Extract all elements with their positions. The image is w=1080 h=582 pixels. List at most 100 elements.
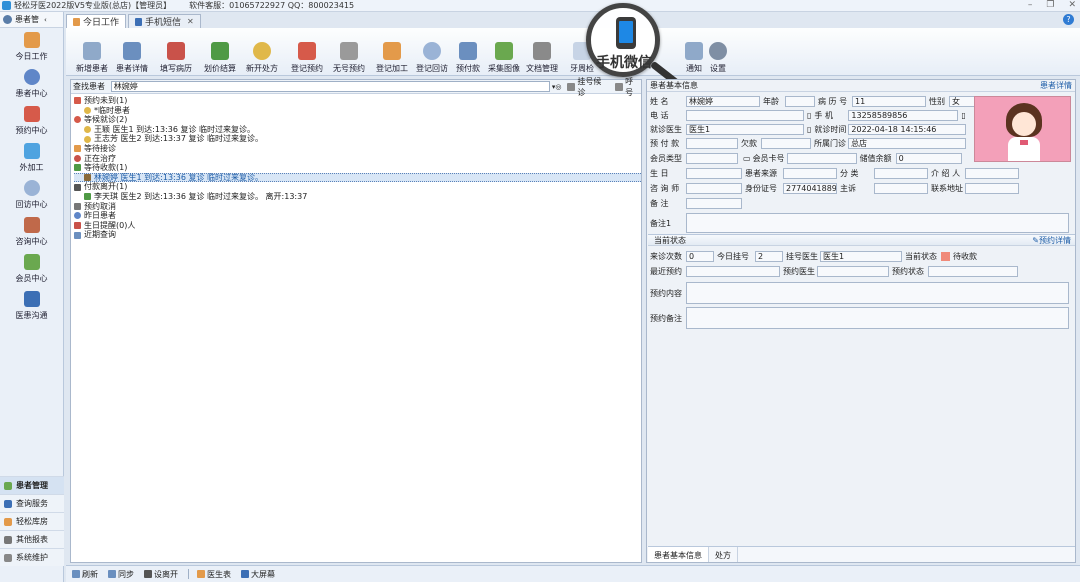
nav-followup-center[interactable]: 回访中心 bbox=[0, 176, 63, 213]
today-reg-field[interactable]: 2 bbox=[755, 250, 783, 262]
reg-doctor-field[interactable]: 医生1 bbox=[820, 250, 902, 262]
tree-group-birthday[interactable]: 生日提醒(0)人 bbox=[74, 221, 641, 231]
tree-group-booking-cancelled[interactable]: 预约取消 bbox=[74, 202, 641, 212]
tree-group-waiting-payment[interactable]: 等待收款(1) bbox=[74, 163, 641, 173]
nav-today-work[interactable]: 今日工作 bbox=[0, 28, 63, 65]
tree-group-in-treatment[interactable]: 正在治疗 bbox=[74, 154, 641, 164]
tree-group-recent-query[interactable]: 近期查询 bbox=[74, 230, 641, 240]
prepayment-button[interactable]: 预付款 bbox=[448, 42, 488, 74]
member-type-field[interactable] bbox=[686, 152, 738, 164]
doctor-picker-icon[interactable]: ▯ bbox=[807, 125, 811, 134]
call-number-button[interactable]: 呼号 bbox=[615, 76, 641, 98]
gender-field[interactable]: 女 bbox=[949, 95, 977, 107]
card-field[interactable] bbox=[786, 152, 857, 164]
nav-header[interactable]: 患者管 ‹ bbox=[0, 12, 63, 28]
tree-item[interactable]: 李天琪 医生2 到达:13:36 复诊 临时过来复诊。 离开:13:37 bbox=[74, 192, 641, 202]
mobile-field[interactable]: 13258589856 bbox=[848, 109, 959, 121]
tree-item[interactable]: 王志芳 医生2 到达:13:37 复诊 临时过来复诊。 bbox=[74, 134, 641, 144]
tree-group-yesterday[interactable]: 昨日患者 bbox=[74, 211, 641, 221]
patient-detail-link[interactable]: 患者详情 bbox=[1040, 80, 1072, 91]
settings-button[interactable]: 设置 bbox=[698, 42, 738, 74]
category-field[interactable] bbox=[874, 167, 928, 179]
tree-item[interactable]: *临时患者 bbox=[74, 106, 641, 116]
tree-group-booked-not-arrived[interactable]: 预约未到(1) bbox=[74, 96, 641, 106]
big-screen-button[interactable]: 大屏幕 bbox=[241, 569, 275, 580]
module-reports[interactable]: 其他报表 bbox=[0, 530, 64, 548]
balance-field[interactable]: 0 bbox=[895, 152, 962, 164]
tab-patient-basic-info[interactable]: 患者基本信息 bbox=[648, 547, 709, 562]
module-patient-management[interactable]: 患者管理 bbox=[0, 476, 64, 494]
document-manage-button[interactable]: 文档管理 bbox=[522, 42, 562, 74]
source-field[interactable] bbox=[783, 167, 837, 179]
register-waiting-button[interactable]: 挂号候诊 bbox=[567, 76, 609, 98]
complaint-field[interactable] bbox=[874, 182, 928, 194]
set-leave-button[interactable]: 设离开 bbox=[144, 569, 178, 580]
id-field[interactable]: 277404188965 bbox=[783, 182, 837, 194]
tree-group-waiting-visit[interactable]: 等候就诊(2) bbox=[74, 115, 641, 125]
phone-book-icon[interactable]: ▯ bbox=[807, 111, 811, 120]
tab-sms[interactable]: 手机短信 ✕ bbox=[128, 14, 201, 28]
address-field[interactable] bbox=[965, 182, 1019, 194]
nav-patient-center[interactable]: 患者中心 bbox=[0, 65, 63, 102]
report-icon bbox=[4, 535, 12, 544]
remark2-field[interactable] bbox=[686, 213, 1069, 233]
fill-record-button[interactable]: 填写病历 bbox=[156, 42, 196, 74]
search-dropdown-icon[interactable]: ▾◎ bbox=[552, 83, 562, 91]
doctor-table-button[interactable]: 医生表 bbox=[197, 569, 231, 580]
register-outsourcing-button[interactable]: 登记加工 bbox=[372, 42, 412, 74]
booking-status-field[interactable] bbox=[928, 265, 1018, 277]
age-field[interactable] bbox=[785, 95, 815, 107]
booking-doctor-field[interactable] bbox=[817, 265, 889, 277]
name-field[interactable]: 林婉婷 bbox=[686, 95, 760, 107]
minimize-icon[interactable]: – bbox=[1028, 0, 1033, 10]
birthday-field[interactable] bbox=[686, 167, 742, 179]
booking-detail-link[interactable]: ✎预约详情 bbox=[1032, 235, 1071, 246]
module-system[interactable]: 系统维护 bbox=[0, 548, 64, 566]
patient-detail-button[interactable]: 患者详情 bbox=[112, 42, 152, 74]
record-field[interactable]: 11 bbox=[852, 95, 926, 107]
restore-icon[interactable]: ❐ bbox=[1046, 0, 1054, 10]
new-patient-button[interactable]: 新增患者 bbox=[72, 42, 112, 74]
booking-note-field[interactable] bbox=[686, 307, 1069, 329]
billing-button[interactable]: 划价结算 bbox=[200, 42, 240, 74]
new-prescription-button[interactable]: 新开处方 bbox=[242, 42, 282, 74]
close-tab-icon[interactable]: ✕ bbox=[187, 17, 194, 26]
nav-outsourcing[interactable]: 外加工 bbox=[0, 139, 63, 176]
module-warehouse[interactable]: 轻松库房 bbox=[0, 512, 64, 530]
close-window-icon[interactable]: ✕ bbox=[1068, 0, 1076, 10]
debt-field[interactable] bbox=[761, 137, 811, 149]
register-followup-button[interactable]: 登记回访 bbox=[412, 42, 452, 74]
collapse-icon[interactable]: ‹ bbox=[44, 16, 47, 24]
refresh-button[interactable]: 刷新 bbox=[72, 569, 98, 580]
patient-bottom-tabs: 患者基本信息 处方 bbox=[648, 546, 1075, 562]
tab-today-work[interactable]: 今日工作 bbox=[66, 14, 127, 28]
recent-booking-field[interactable] bbox=[686, 265, 780, 277]
phone-field[interactable] bbox=[686, 109, 804, 121]
tree-item[interactable]: 王颖 医生1 到达:13:36 复诊 临时过来复诊。 bbox=[74, 125, 641, 135]
tab-prescription[interactable]: 处方 bbox=[709, 547, 738, 562]
nav-booking-center[interactable]: 预约中心 bbox=[0, 102, 63, 139]
doctor-field[interactable]: 医生1 bbox=[686, 123, 804, 135]
module-query-service[interactable]: 查询服务 bbox=[0, 494, 64, 512]
booking-content-field[interactable] bbox=[686, 282, 1069, 304]
visit-time-field[interactable]: 2022-04-18 14:15:46 bbox=[848, 123, 967, 135]
register-booking-button[interactable]: 登记预约 bbox=[287, 42, 327, 74]
search-input[interactable]: 林婉婷 bbox=[110, 81, 550, 92]
sync-button[interactable]: 同步 bbox=[108, 569, 134, 580]
clinic-field[interactable]: 总店 bbox=[848, 137, 966, 149]
unnumbered-booking-button[interactable]: 无号预约 bbox=[329, 42, 369, 74]
tree-group-paid-left[interactable]: 付款离开(1) bbox=[74, 182, 641, 192]
nav-member-center[interactable]: 会员中心 bbox=[0, 250, 63, 287]
referrer-field[interactable] bbox=[965, 167, 1019, 179]
consultant-field[interactable] bbox=[686, 182, 742, 194]
remark-field[interactable] bbox=[686, 197, 742, 209]
mobile-book-icon[interactable]: ▯ bbox=[961, 111, 965, 120]
visits-field[interactable]: 0 bbox=[686, 250, 714, 262]
prepay-field[interactable] bbox=[686, 137, 738, 149]
tree-item-selected[interactable]: 林婉婷 医生1 到达:13:36 复诊 临时过来复诊。 bbox=[74, 172, 641, 183]
nav-communication[interactable]: 医患沟通 bbox=[0, 287, 63, 324]
tree-group-waiting-reception[interactable]: 等待接诊 bbox=[74, 144, 641, 154]
capture-image-button[interactable]: 采集图像 bbox=[484, 42, 524, 74]
help-icon[interactable]: ? bbox=[1063, 14, 1074, 25]
nav-consult-center[interactable]: 咨询中心 bbox=[0, 213, 63, 250]
